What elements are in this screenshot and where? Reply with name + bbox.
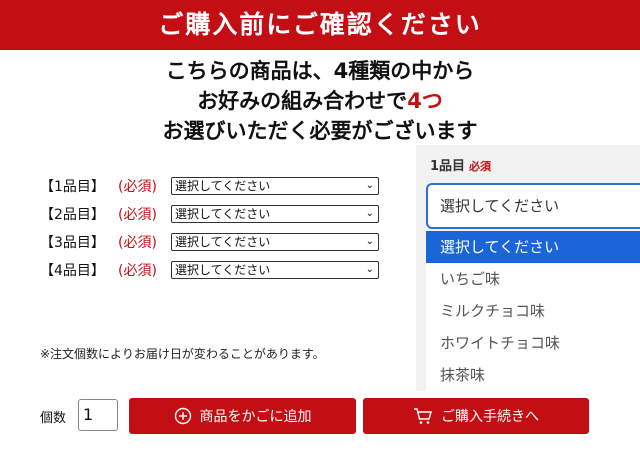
item-1-select-expanded[interactable]: 選択してください bbox=[426, 183, 640, 229]
panel-title: 1品目 必須 bbox=[430, 159, 492, 174]
option-placeholder[interactable]: 選択してください bbox=[426, 231, 640, 263]
required-mark: (必須) bbox=[118, 263, 157, 279]
item-row-4: 【4品目】 (必須) 選択してください ⌄ bbox=[40, 256, 379, 284]
dropdown-preview-panel: 1品目 必須 選択してください 選択してください いちご味 ミルクチョコ味 ホワイ… bbox=[416, 145, 640, 391]
item-2-select[interactable]: 選択してください ⌄ bbox=[171, 205, 379, 223]
cart-icon bbox=[413, 407, 433, 425]
required-mark: 必須 bbox=[469, 160, 492, 173]
required-mark: (必須) bbox=[118, 179, 157, 195]
notice-banner: ご購入前にご確認ください bbox=[0, 0, 640, 50]
required-mark: (必須) bbox=[118, 235, 157, 251]
dropdown-options: 選択してください いちご味 ミルクチョコ味 ホワイトチョコ味 抹茶味 bbox=[426, 231, 640, 391]
quantity-input[interactable]: 1 bbox=[78, 399, 118, 431]
checkout-button[interactable]: ご購入手続きへ bbox=[363, 398, 589, 434]
item-row-1: 【1品目】 (必須) 選択してください ⌄ bbox=[40, 172, 379, 200]
count-highlight: 4つ bbox=[407, 89, 443, 113]
item-4-select[interactable]: 選択してください ⌄ bbox=[171, 261, 379, 279]
item-row-2: 【2品目】 (必須) 選択してください ⌄ bbox=[40, 200, 379, 228]
required-mark: (必須) bbox=[118, 207, 157, 223]
checkout-label: ご購入手続きへ bbox=[441, 409, 539, 425]
chevron-down-icon: ⌄ bbox=[365, 264, 374, 275]
delivery-note: ※注文個数によりお届け日が変わることがあります。 bbox=[40, 347, 325, 361]
option-matcha[interactable]: 抹茶味 bbox=[426, 359, 640, 391]
item-label: 【1品目】 bbox=[40, 179, 105, 195]
item-select-rows: 【1品目】 (必須) 選択してください ⌄ 【2品目】 (必須) 選択してください… bbox=[40, 172, 379, 284]
item-1-select[interactable]: 選択してください ⌄ bbox=[171, 177, 379, 195]
option-milk-chocolate[interactable]: ミルクチョコ味 bbox=[426, 295, 640, 327]
quantity-label: 個数 bbox=[40, 411, 67, 426]
item-3-select[interactable]: 選択してください ⌄ bbox=[171, 233, 379, 251]
headline-line-1: こちらの商品は、4種類の中から bbox=[165, 59, 475, 83]
headline: こちらの商品は、4種類の中から お好みの組み合わせで4つ お選びいただく必要がご… bbox=[0, 56, 640, 146]
item-label: 【3品目】 bbox=[40, 235, 105, 251]
chevron-down-icon: ⌄ bbox=[365, 180, 374, 191]
add-to-cart-button[interactable]: 商品をかごに追加 bbox=[129, 398, 356, 434]
option-strawberry[interactable]: いちご味 bbox=[426, 263, 640, 295]
plus-circle-icon bbox=[174, 407, 192, 425]
item-label: 【4品目】 bbox=[40, 263, 105, 279]
chevron-down-icon: ⌄ bbox=[365, 208, 374, 219]
option-white-chocolate[interactable]: ホワイトチョコ味 bbox=[426, 327, 640, 359]
headline-line-2: お好みの組み合わせで4つ bbox=[197, 89, 443, 113]
item-row-3: 【3品目】 (必須) 選択してください ⌄ bbox=[40, 228, 379, 256]
headline-line-3: お選びいただく必要がございます bbox=[162, 119, 478, 143]
chevron-down-icon: ⌄ bbox=[365, 236, 374, 247]
add-to-cart-label: 商品をかごに追加 bbox=[199, 409, 312, 425]
item-label: 【2品目】 bbox=[40, 207, 105, 223]
